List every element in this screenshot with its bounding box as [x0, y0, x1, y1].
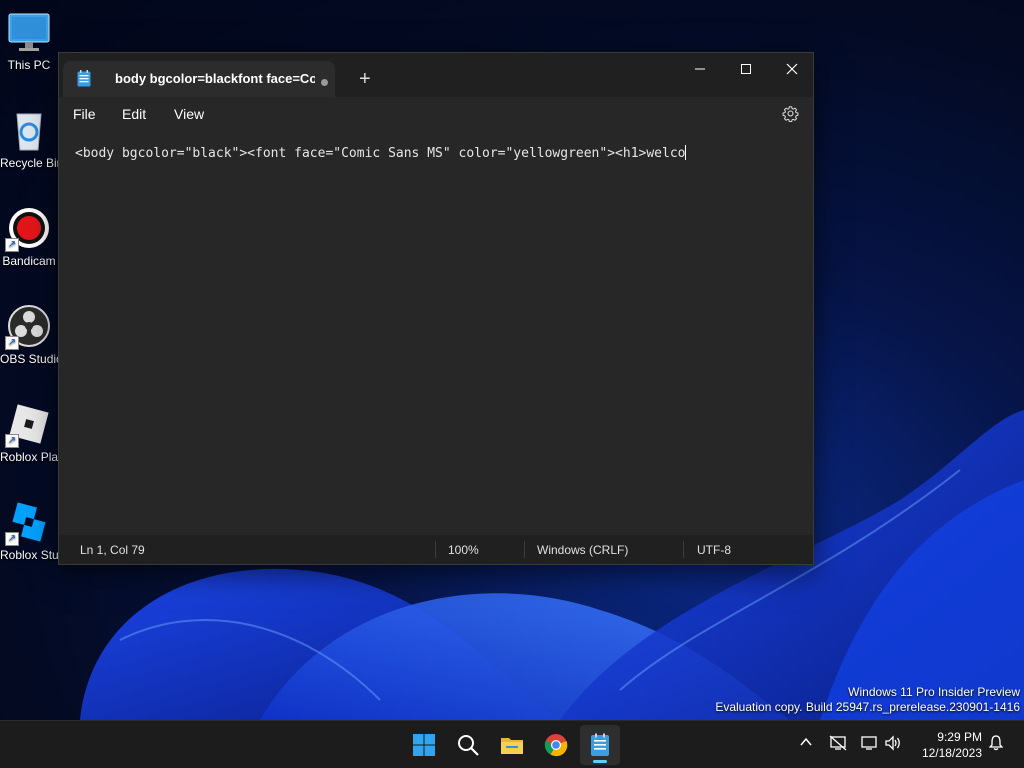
desktop-icon-label: Roblox Studio	[0, 548, 58, 562]
close-icon	[786, 63, 798, 75]
settings-gear-icon[interactable]	[782, 105, 799, 122]
watermark-build: Evaluation copy. Build 25947.rs_prerelea…	[715, 700, 1020, 714]
desktop-icon-bandicam[interactable]: ↗ Bandicam	[0, 206, 58, 268]
status-divider	[524, 541, 525, 558]
desktop-icon-label: Bandicam	[2, 254, 56, 268]
show-hidden-icons-chevron-icon[interactable]	[799, 735, 813, 749]
shortcut-arrow-icon: ↗	[5, 336, 19, 350]
desktop-icon-this-pc[interactable]: This PC	[0, 10, 58, 72]
desktop-icon-obs-studio[interactable]: ↗ OBS Studio	[0, 304, 58, 366]
menu-view[interactable]: View	[174, 106, 204, 122]
clock-date: 12/18/2023	[921, 746, 982, 760]
unsaved-dot-icon[interactable]	[321, 79, 328, 86]
notification-bell-icon[interactable]	[989, 735, 1003, 751]
shortcut-arrow-icon: ↗	[5, 434, 19, 448]
roblox-player-icon: ↗	[5, 402, 51, 448]
shortcut-arrow-icon: ↗	[5, 532, 19, 546]
title-bar[interactable]: body bgcolor=blackfont face=Comic Sans M…	[59, 53, 813, 97]
new-tab-button[interactable]: +	[359, 69, 371, 89]
monitor-icon	[7, 10, 51, 54]
text-caret	[685, 145, 687, 160]
windows-watermark: Windows 11 Pro Insider Preview Evaluatio…	[715, 685, 1020, 715]
obs-icon: ↗	[5, 304, 51, 350]
roblox-studio-icon: ↗	[5, 500, 51, 546]
text-editor-area[interactable]: <body bgcolor="black"><font face="Comic …	[59, 131, 813, 537]
start-icon	[413, 734, 435, 756]
desktop-icon-roblox-studio[interactable]: ↗ Roblox Studio	[0, 500, 58, 562]
minimize-button[interactable]	[677, 53, 723, 85]
file-explorer-button[interactable]	[492, 725, 532, 765]
system-clock[interactable]: 9:29 PM 12/18/2023	[922, 729, 982, 761]
status-divider	[683, 541, 684, 558]
network-disconnected-icon[interactable]	[829, 735, 847, 751]
menu-file[interactable]: File	[73, 106, 96, 122]
editor-content: <body bgcolor="black"><font face="Comic …	[75, 146, 686, 161]
taskbar: 9:29 PM 12/18/2023	[0, 720, 1024, 768]
recycle-bin-icon	[7, 108, 51, 152]
maximize-icon	[741, 64, 751, 74]
file-explorer-icon	[501, 738, 523, 754]
display-icon[interactable]	[860, 735, 878, 751]
volume-icon[interactable]	[884, 735, 902, 751]
notepad-window[interactable]: body bgcolor=blackfont face=Comic Sans M…	[58, 52, 814, 565]
watermark-edition: Windows 11 Pro Insider Preview	[848, 685, 1020, 699]
menu-bar: File Edit View	[59, 97, 813, 131]
start-button[interactable]	[404, 725, 444, 765]
desktop-icon-label: This PC	[7, 58, 51, 72]
tab-title: body bgcolor=blackfont face=Comic Sans M…	[115, 71, 315, 86]
search-button[interactable]	[448, 725, 488, 765]
desktop-icon-recycle-bin[interactable]: Recycle Bin	[0, 108, 58, 170]
notepad-icon	[591, 733, 609, 756]
chrome-icon	[544, 734, 568, 757]
shortcut-arrow-icon: ↗	[5, 238, 19, 252]
status-zoom: 100%	[448, 543, 479, 557]
desktop-icon-label: Recycle Bin	[0, 156, 58, 170]
status-bar: Ln 1, Col 79 100% Windows (CRLF) UTF-8	[59, 535, 813, 564]
desktop-icon-label: OBS Studio	[0, 352, 58, 366]
desktop-icon-roblox-player[interactable]: ↗ Roblox Player	[0, 402, 58, 464]
status-line-ending: Windows (CRLF)	[537, 543, 629, 557]
status-cursor-position: Ln 1, Col 79	[80, 543, 145, 557]
active-app-indicator	[593, 760, 607, 763]
search-icon	[458, 735, 479, 756]
close-button[interactable]	[769, 53, 815, 85]
menu-edit[interactable]: Edit	[122, 106, 146, 122]
desktop-icon-label: Roblox Player	[0, 450, 58, 464]
document-tab[interactable]: body bgcolor=blackfont face=Comic Sans M…	[63, 61, 335, 97]
bandicam-icon: ↗	[5, 206, 51, 252]
clock-time: 9:29 PM	[937, 730, 982, 744]
maximize-button[interactable]	[723, 53, 769, 85]
notepad-taskbar-button[interactable]	[580, 725, 620, 765]
chrome-button[interactable]	[536, 725, 576, 765]
notepad-icon	[77, 70, 91, 87]
minimize-icon	[695, 68, 705, 70]
status-divider	[435, 541, 436, 558]
status-encoding: UTF-8	[697, 543, 731, 557]
